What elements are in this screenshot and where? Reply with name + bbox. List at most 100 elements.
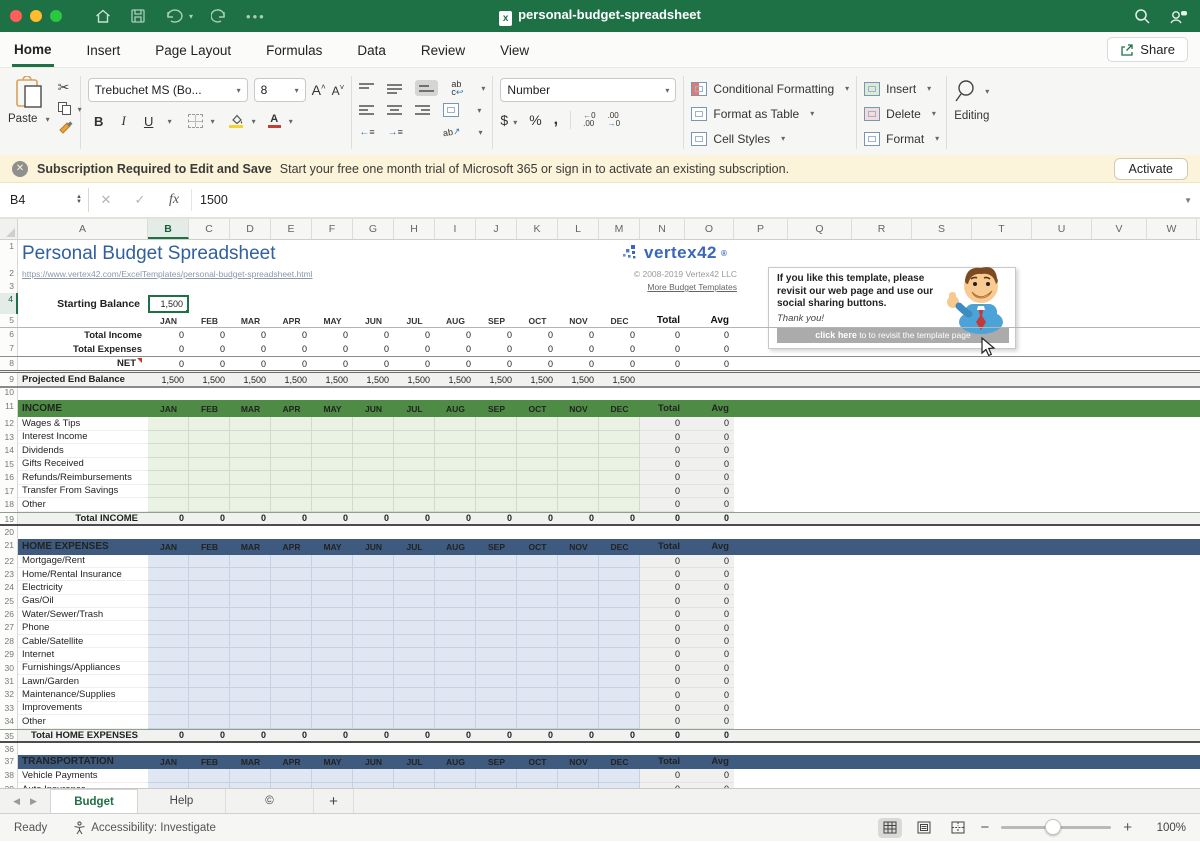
close-window-button[interactable] xyxy=(10,10,22,22)
projected-balance-value[interactable]: 1,500 xyxy=(435,373,476,386)
item-month-cell[interactable] xyxy=(189,688,230,701)
item-month-cell[interactable] xyxy=(312,417,353,431)
item-month-cell[interactable] xyxy=(435,608,476,621)
item-month-cell[interactable] xyxy=(271,417,312,431)
row-header-23[interactable]: 23 xyxy=(0,568,18,581)
item-month-cell[interactable] xyxy=(271,715,312,728)
item-month-cell[interactable] xyxy=(148,568,189,581)
format-as-table-button[interactable]: Format as Table▾ xyxy=(691,101,849,126)
align-bottom-icon[interactable] xyxy=(415,80,438,96)
item-month-cell[interactable] xyxy=(353,621,394,634)
item-month-cell[interactable] xyxy=(271,662,312,675)
column-header-M[interactable]: M xyxy=(599,219,640,239)
wrap-text-icon[interactable]: abc↩ xyxy=(451,80,463,96)
item-label[interactable]: Refunds/Reimbursements xyxy=(18,471,148,485)
item-month-cell[interactable] xyxy=(230,581,271,594)
item-month-cell[interactable] xyxy=(353,568,394,581)
name-box-stepper[interactable]: ▲▼ xyxy=(76,195,88,205)
item-label[interactable]: Transfer From Savings xyxy=(18,485,148,499)
summary-avg[interactable]: 0 xyxy=(685,342,734,356)
section-month-header[interactable]: OCT xyxy=(517,400,558,417)
summary-value[interactable]: 0 xyxy=(353,342,394,356)
item-month-cell[interactable] xyxy=(148,431,189,445)
item-month-cell[interactable] xyxy=(271,608,312,621)
item-label[interactable]: Wages & Tips xyxy=(18,417,148,431)
section-grand-total[interactable]: 0 xyxy=(640,513,685,524)
summary-value[interactable]: 0 xyxy=(189,328,230,342)
summary-avg[interactable]: 0 xyxy=(685,328,734,342)
item-month-cell[interactable] xyxy=(230,498,271,512)
month-header[interactable]: JUN xyxy=(353,314,394,327)
select-all-corner[interactable] xyxy=(0,219,18,239)
item-month-cell[interactable] xyxy=(599,635,640,648)
item-month-cell[interactable] xyxy=(558,635,599,648)
column-header-H[interactable]: H xyxy=(394,219,435,239)
column-header-Q[interactable]: Q xyxy=(788,219,852,239)
summary-value[interactable]: 0 xyxy=(312,357,353,370)
item-month-cell[interactable] xyxy=(517,431,558,445)
month-header[interactable]: MAR xyxy=(230,314,271,327)
section-month-header[interactable]: JAN xyxy=(148,400,189,417)
font-size-select[interactable]: 8▾ xyxy=(254,78,306,102)
editing-button[interactable]: ▾ Editing xyxy=(954,74,989,151)
row-header-38[interactable]: 38 xyxy=(0,769,18,783)
projected-balance-value[interactable]: 1,500 xyxy=(230,373,271,386)
month-header[interactable]: OCT xyxy=(517,314,558,327)
summary-value[interactable]: 0 xyxy=(599,328,640,342)
month-header[interactable]: DEC xyxy=(599,314,640,327)
item-month-cell[interactable] xyxy=(148,688,189,701)
summary-label[interactable]: Total Expenses xyxy=(18,342,148,356)
item-month-cell[interactable] xyxy=(148,485,189,499)
section-total-value[interactable]: 0 xyxy=(558,730,599,741)
borders-icon[interactable] xyxy=(188,114,203,128)
item-month-cell[interactable] xyxy=(558,555,599,568)
item-month-cell[interactable] xyxy=(353,485,394,499)
item-month-cell[interactable] xyxy=(517,688,558,701)
item-avg[interactable]: 0 xyxy=(685,498,734,512)
summary-value[interactable]: 0 xyxy=(189,357,230,370)
section-total-label[interactable]: Total HOME EXPENSES xyxy=(18,730,148,741)
item-total[interactable]: 0 xyxy=(640,485,685,499)
total-header[interactable]: Total xyxy=(640,314,685,327)
item-total[interactable]: 0 xyxy=(640,783,685,788)
item-label[interactable]: Maintenance/Supplies xyxy=(18,688,148,701)
sheet-title-cell[interactable]: Personal Budget Spreadsheet xyxy=(18,240,148,267)
item-month-cell[interactable] xyxy=(517,458,558,472)
item-month-cell[interactable] xyxy=(558,581,599,594)
item-avg[interactable]: 0 xyxy=(685,662,734,675)
align-top-icon[interactable] xyxy=(359,82,374,94)
item-month-cell[interactable] xyxy=(435,648,476,661)
item-month-cell[interactable] xyxy=(558,485,599,499)
item-month-cell[interactable] xyxy=(599,498,640,512)
item-month-cell[interactable] xyxy=(558,431,599,445)
cell[interactable] xyxy=(18,314,148,327)
summary-value[interactable]: 0 xyxy=(517,328,558,342)
item-month-cell[interactable] xyxy=(558,621,599,634)
item-month-cell[interactable] xyxy=(230,688,271,701)
item-month-cell[interactable] xyxy=(599,458,640,472)
item-total[interactable]: 0 xyxy=(640,595,685,608)
summary-value[interactable]: 0 xyxy=(353,357,394,370)
item-month-cell[interactable] xyxy=(558,458,599,472)
item-avg[interactable]: 0 xyxy=(685,595,734,608)
summary-avg[interactable]: 0 xyxy=(685,357,734,370)
zoom-out-icon[interactable]: − xyxy=(980,819,989,836)
section-total-value[interactable]: 0 xyxy=(312,730,353,741)
item-month-cell[interactable] xyxy=(558,675,599,688)
item-month-cell[interactable] xyxy=(353,648,394,661)
item-avg[interactable]: 0 xyxy=(685,417,734,431)
item-month-cell[interactable] xyxy=(435,675,476,688)
menu-tab-data[interactable]: Data xyxy=(355,34,388,65)
row-header-37[interactable]: 37 xyxy=(0,755,18,769)
row-header-36[interactable]: 36 xyxy=(0,743,18,755)
increase-font-size-icon[interactable]: A˄ xyxy=(312,82,326,98)
item-month-cell[interactable] xyxy=(517,595,558,608)
item-month-cell[interactable] xyxy=(435,769,476,783)
item-month-cell[interactable] xyxy=(353,715,394,728)
zoom-slider-thumb[interactable] xyxy=(1045,819,1061,835)
item-avg[interactable]: 0 xyxy=(685,769,734,783)
item-month-cell[interactable] xyxy=(271,675,312,688)
item-month-cell[interactable] xyxy=(189,702,230,715)
section-month-header[interactable]: JUN xyxy=(353,539,394,555)
item-month-cell[interactable] xyxy=(189,471,230,485)
